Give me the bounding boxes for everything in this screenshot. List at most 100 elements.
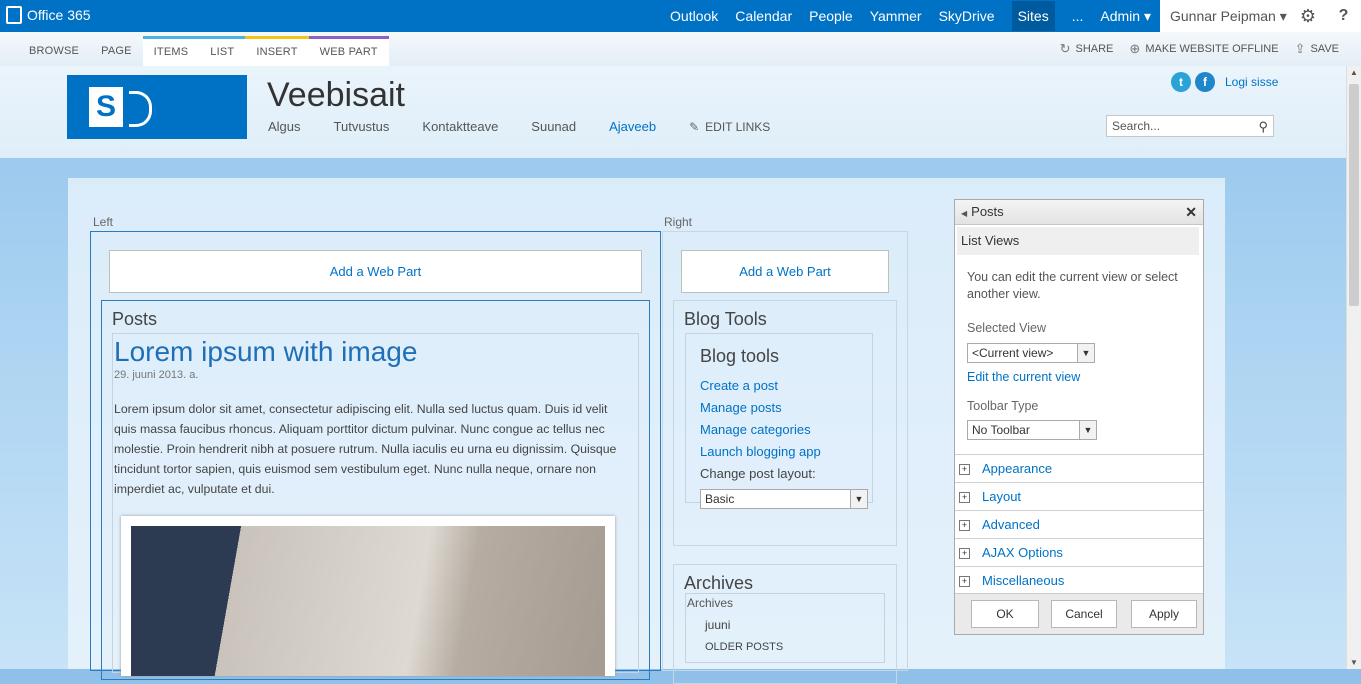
office365-brand[interactable]: Office 365 <box>6 6 91 24</box>
nav-tutvustus[interactable]: Tutvustus <box>334 119 390 134</box>
zone-label-left: Left <box>93 215 114 229</box>
office-logo-icon <box>6 6 22 24</box>
blog-tools-panel: Blog tools Create a post Manage posts Ma… <box>685 333 873 509</box>
tab-insert[interactable]: INSERT <box>245 36 309 69</box>
tool-pane-footer: OK Cancel Apply <box>955 593 1203 634</box>
post-layout-select[interactable]: Basic ▼ <box>700 489 868 509</box>
older-posts-link[interactable]: OLDER POSTS <box>686 632 884 653</box>
archives-inner-title: Archives <box>687 596 734 610</box>
suite-nav-outlook[interactable]: Outlook <box>670 8 718 24</box>
nav-kontaktteave[interactable]: Kontaktteave <box>422 119 498 134</box>
layout-label: Layout <box>982 489 1022 504</box>
share-button[interactable]: ↻ SHARE <box>1060 41 1114 57</box>
post-body: Lorem ipsum dolor sit amet, consectetur … <box>114 402 617 496</box>
right-zone: Add a Web Part Blog Tools Blog tools Cre… <box>662 231 908 684</box>
gear-icon[interactable]: ⚙ <box>1290 0 1326 32</box>
add-web-part-left-button[interactable]: Add a Web Part <box>109 250 642 293</box>
archives-web-part: Archives Archives juuni OLDER POSTS <box>673 564 897 684</box>
suite-nav-calendar[interactable]: Calendar <box>735 8 792 24</box>
ok-button[interactable]: OK <box>971 600 1039 628</box>
layout-section[interactable]: + Layout <box>955 482 1203 510</box>
tab-page[interactable]: PAGE <box>90 36 143 66</box>
ajax-options-section[interactable]: + AJAX Options <box>955 538 1203 566</box>
offline-button[interactable]: ⊕ MAKE WEBSITE OFFLINE <box>1129 41 1278 57</box>
expand-icon: + <box>959 492 970 503</box>
site-title[interactable]: Veebisait <box>267 76 405 115</box>
post-title-link[interactable]: Lorem ipsum with image <box>113 334 638 368</box>
tab-list[interactable]: LIST <box>199 36 246 69</box>
launch-blogging-app-link[interactable]: Launch blogging app <box>700 441 858 463</box>
nav-suunad[interactable]: Suunad <box>531 119 576 134</box>
miscellaneous-section[interactable]: + Miscellaneous <box>955 566 1203 594</box>
ribbon-tabs: BROWSE PAGE ITEMS LIST INSERT WEB PART <box>18 36 389 69</box>
edit-current-view-link[interactable]: Edit the current view <box>967 369 1191 386</box>
suite-nav-yammer[interactable]: Yammer <box>870 8 922 24</box>
save-icon: ⇪ <box>1294 41 1306 56</box>
login-link[interactable]: Logi sisse <box>1225 75 1278 89</box>
left-zone: Add a Web Part Posts Lorem ipsum with im… <box>90 231 661 680</box>
appearance-section[interactable]: + Appearance <box>955 454 1203 482</box>
cancel-button[interactable]: Cancel <box>1051 600 1117 628</box>
scroll-up-icon[interactable]: ▲ <box>1350 68 1358 77</box>
advanced-section[interactable]: + Advanced <box>955 510 1203 538</box>
suite-nav-admin[interactable]: Admin ▾ <box>1100 8 1151 25</box>
blog-tools-web-part: Blog Tools Blog tools Create a post Mana… <box>673 300 897 546</box>
posts-web-part: Posts Lorem ipsum with image 29. juuni 2… <box>101 300 650 680</box>
add-web-part-right-button[interactable]: Add a Web Part <box>681 250 889 293</box>
twitter-icon[interactable]: t <box>1171 72 1191 92</box>
nav-ajaveeb[interactable]: Ajaveeb <box>609 119 656 134</box>
suite-nav-sites[interactable]: Sites <box>1011 1 1055 31</box>
blog-tools-inner-title: Blog tools <box>700 346 780 366</box>
search-input[interactable]: Search... ⚲ <box>1106 115 1274 137</box>
tab-web-part[interactable]: WEB PART <box>308 36 389 69</box>
help-icon[interactable]: ? <box>1326 0 1361 32</box>
offline-label: MAKE WEBSITE OFFLINE <box>1145 43 1279 55</box>
zone-label-right: Right <box>664 215 693 229</box>
expand-icon: + <box>959 520 970 531</box>
post-item: Lorem ipsum with image 29. juuni 2013. a… <box>112 333 639 676</box>
tab-browse[interactable]: BROWSE <box>18 36 90 66</box>
close-icon[interactable]: ✕ <box>1185 200 1197 224</box>
pencil-icon: ✎ <box>689 119 700 134</box>
posts-web-part-title: Posts <box>112 309 158 329</box>
suite-nav-people[interactable]: People <box>809 8 853 24</box>
save-button[interactable]: ⇪ SAVE <box>1295 41 1339 57</box>
create-post-link[interactable]: Create a post <box>700 375 858 397</box>
tool-pane-header: ◀ Posts ✕ <box>955 200 1203 225</box>
share-label: SHARE <box>1075 43 1114 55</box>
tab-items[interactable]: ITEMS <box>142 36 200 69</box>
suite-nav-more[interactable]: ... <box>1072 8 1084 24</box>
collapse-left-icon[interactable]: ◀ <box>961 209 967 218</box>
edit-links-button[interactable]: ✎ EDIT LINKS <box>689 119 803 134</box>
suite-nav: Outlook Calendar People Yammer SkyDrive … <box>653 0 1151 32</box>
sharepoint-s-icon: S <box>89 87 123 127</box>
selected-view-select[interactable]: <Current view> ▼ <box>967 343 1095 363</box>
nav-algus[interactable]: Algus <box>268 119 301 134</box>
manage-posts-link[interactable]: Manage posts <box>700 397 858 419</box>
facebook-icon[interactable]: f <box>1195 72 1215 92</box>
site-header: S Veebisait Algus Tutvustus Kontaktteave… <box>0 66 1346 158</box>
toolbar-type-select[interactable]: No Toolbar ▼ <box>967 420 1097 440</box>
edit-links-label: EDIT LINKS <box>705 119 771 134</box>
chevron-down-icon: ▼ <box>1079 421 1096 439</box>
save-label: SAVE <box>1310 43 1339 55</box>
apply-button[interactable]: Apply <box>1131 600 1197 628</box>
suite-nav-skydrive[interactable]: SkyDrive <box>939 8 995 24</box>
brand-label: Office 365 <box>27 7 91 23</box>
archives-title: Archives <box>684 573 754 593</box>
list-views-section[interactable]: List Views <box>957 227 1199 255</box>
page-scrollbar[interactable]: ▲ ▼ <box>1346 66 1361 669</box>
ribbon: BROWSE PAGE ITEMS LIST INSERT WEB PART ↻… <box>0 32 1361 69</box>
scroll-thumb[interactable] <box>1349 84 1359 306</box>
archive-month-link[interactable]: juuni <box>686 610 884 632</box>
globe-icon: ⊕ <box>1129 41 1141 56</box>
search-icon[interactable]: ⚲ <box>1258 117 1268 137</box>
post-image <box>121 516 615 676</box>
sharepoint-logo[interactable]: S <box>67 75 247 139</box>
manage-categories-link[interactable]: Manage categories <box>700 419 858 441</box>
expand-icon: + <box>959 576 970 587</box>
scroll-down-icon[interactable]: ▼ <box>1350 658 1358 667</box>
blog-tools-title: Blog Tools <box>684 309 767 329</box>
user-menu[interactable]: Gunnar Peipman ▾ <box>1160 0 1290 32</box>
toolbar-type-label: Toolbar Type <box>967 399 1039 413</box>
